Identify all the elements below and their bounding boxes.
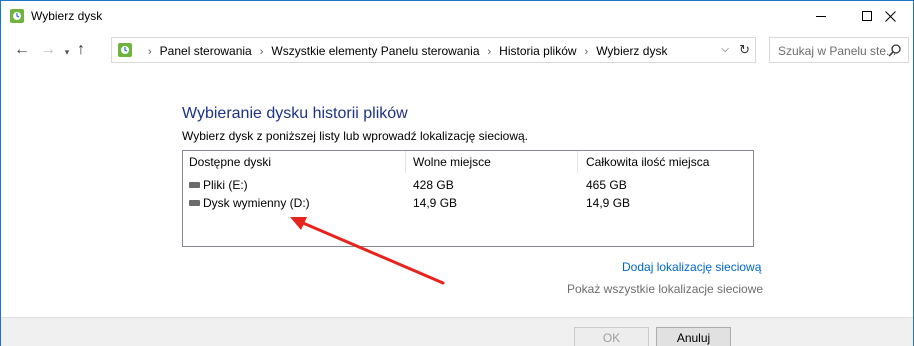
breadcrumb-item[interactable]: Wybierz dysk	[596, 44, 667, 58]
column-header-available-drives[interactable]: Dostępne dyski	[183, 151, 406, 173]
forward-arrow-icon[interactable]: →	[38, 41, 58, 59]
drive-icon	[189, 181, 200, 188]
cancel-button[interactable]: Anuluj	[656, 327, 731, 346]
file-history-icon	[10, 9, 24, 23]
show-all-network-locations-link[interactable]: Pokaż wszystkie lokalizacje sieciowe	[567, 282, 763, 296]
free-space-cell: 428 GB	[413, 178, 454, 192]
total-space-cell: 14,9 GB	[586, 196, 631, 210]
title-bar: Wybierz dysk	[1, 1, 913, 31]
drive-name: Pliki (E:)	[203, 178, 248, 192]
drive-list[interactable]: Dostępne dyski Wolne miejsce Całkowita i…	[182, 150, 754, 247]
add-network-location-link[interactable]: Dodaj lokalizację sieciową	[622, 260, 761, 274]
search-placeholder: Szukaj w Panelu ste...	[778, 44, 897, 58]
drive-name-cell: Pliki (E:)	[189, 178, 248, 192]
drive-name-cell: Dysk wymienny (D:)	[189, 196, 310, 210]
search-input[interactable]: Szukaj w Panelu ste...	[769, 37, 909, 63]
minimize-icon	[816, 15, 826, 17]
breadcrumb-item[interactable]: Panel sterowania	[160, 44, 252, 58]
address-dropdown-icon[interactable]: ⌵	[721, 44, 729, 55]
dialog-footer: OK Anuluj	[1, 317, 913, 346]
breadcrumb-separator-icon[interactable]: ›	[585, 46, 589, 58]
navigation-bar: ← → ▾ ↑ › Panel sterowania › Wszystkie elem…	[1, 31, 913, 71]
breadcrumb-separator-icon[interactable]: ›	[260, 46, 264, 58]
free-space-cell: 14,9 GB	[413, 196, 458, 210]
search-icon[interactable]	[888, 43, 902, 57]
total-space-cell: 465 GB	[586, 178, 627, 192]
breadcrumb-item[interactable]: Historia plików	[499, 44, 576, 58]
minimize-button[interactable]	[798, 1, 844, 31]
window-title: Wybierz dysk	[31, 9, 103, 23]
up-arrow-icon[interactable]: ↑	[71, 41, 91, 59]
removable-drive-icon	[189, 199, 200, 206]
close-button[interactable]	[867, 1, 913, 31]
address-bar[interactable]: › Panel sterowania › Wszystkie elementy Pan…	[111, 37, 756, 63]
page-title: Wybieranie dysku historii plików	[182, 105, 408, 122]
window: Wybierz dysk ← → ▾ ↑ › Panel sterowania › W…	[0, 0, 914, 346]
close-icon	[884, 10, 896, 22]
instruction-text: Wybierz dysk z poniższej listy lub wprow…	[182, 129, 529, 143]
breadcrumb-separator-icon: ›	[148, 46, 152, 58]
breadcrumb: › Panel sterowania › Wszystkie elementy Pan…	[140, 44, 667, 58]
back-arrow-icon[interactable]: ←	[12, 41, 32, 59]
control-panel-icon	[118, 43, 132, 57]
refresh-icon[interactable]: ↻	[739, 42, 750, 58]
list-header: Dostępne dyski Wolne miejsce Całkowita i…	[183, 151, 753, 173]
breadcrumb-separator-icon[interactable]: ›	[488, 46, 492, 58]
drive-name: Dysk wymienny (D:)	[203, 196, 310, 210]
list-item[interactable]: Dysk wymienny (D:) 14,9 GB 14,9 GB	[183, 194, 753, 212]
list-item[interactable]: Pliki (E:) 428 GB 465 GB	[183, 176, 753, 194]
ok-button[interactable]: OK	[574, 327, 649, 346]
breadcrumb-item[interactable]: Wszystkie elementy Panelu sterowania	[271, 44, 479, 58]
column-header-total-space[interactable]: Całkowita ilość miejsca	[578, 151, 753, 173]
column-header-free-space[interactable]: Wolne miejsce	[406, 151, 578, 173]
